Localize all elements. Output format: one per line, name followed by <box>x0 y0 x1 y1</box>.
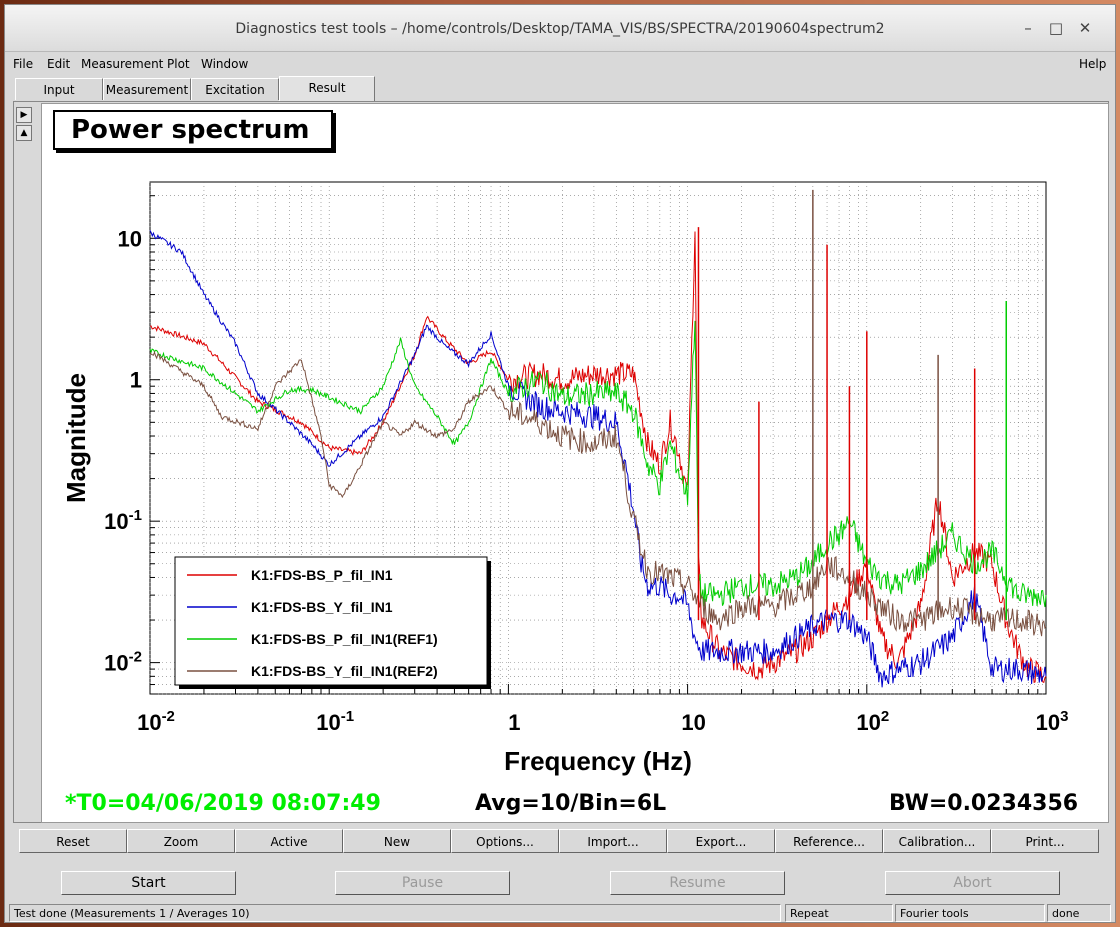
t0-timestamp: *T0=04/06/2019 08:07:49 <box>65 791 381 816</box>
maximize-icon[interactable]: □ <box>1046 18 1066 38</box>
export-button[interactable]: Export... <box>667 829 775 853</box>
menu-plot[interactable]: Plot <box>167 57 190 71</box>
x-tick-label: 10-1 <box>316 708 354 735</box>
pause-button[interactable]: Pause <box>335 871 510 895</box>
status-message: Test done (Measurements 1 / Averages 10) <box>9 904 781 922</box>
tab-result[interactable]: Result <box>279 76 375 102</box>
collapse-up-icon[interactable]: ▲ <box>16 125 32 141</box>
legend-label: K1:FDS-BS_Y_fil_IN1(REF2) <box>251 663 438 679</box>
zoom-button[interactable]: Zoom <box>127 829 235 853</box>
x-tick-label: 10 <box>681 710 705 735</box>
x-tick-label: 102 <box>856 708 889 735</box>
avg-bin-info: Avg=10/Bin=6L <box>475 791 667 816</box>
calibration-button[interactable]: Calibration... <box>883 829 991 853</box>
tab-measurement[interactable]: Measurement <box>103 78 191 100</box>
y-tick-label: 10-2 <box>104 649 142 676</box>
x-tick-label: 103 <box>1036 708 1069 735</box>
y-tick-label: 1 <box>130 368 142 393</box>
window-title: Diagnostics test tools – /home/controls/… <box>235 21 885 37</box>
menu-measurement[interactable]: Measurement <box>81 57 163 71</box>
bandwidth-info: BW=0.0234356 <box>889 791 1079 816</box>
app-window: Diagnostics test tools – /home/controls/… <box>4 4 1116 923</box>
print-button[interactable]: Print... <box>991 829 1099 853</box>
menu-edit[interactable]: Edit <box>47 57 70 71</box>
x-tick-label: 1 <box>508 710 520 735</box>
abort-button[interactable]: Abort <box>885 871 1060 895</box>
legend-label: K1:FDS-BS_Y_fil_IN1 <box>251 599 393 615</box>
new-button[interactable]: New <box>343 829 451 853</box>
start-button[interactable]: Start <box>61 871 236 895</box>
resume-button[interactable]: Resume <box>610 871 785 895</box>
x-axis-label: Frequency (Hz) <box>504 746 692 776</box>
reference-button[interactable]: Reference... <box>775 829 883 853</box>
active-button[interactable]: Active <box>235 829 343 853</box>
status-fourier-tools: Fourier tools <box>895 904 1045 922</box>
menu-bar: File Edit Measurement Plot Window Help <box>5 52 1115 74</box>
plot-title: Power spectrum <box>53 110 333 150</box>
expand-right-icon[interactable]: ▶ <box>16 107 32 123</box>
tab-excitation[interactable]: Excitation <box>191 78 279 100</box>
minimize-icon[interactable]: – <box>1018 18 1038 38</box>
title-bar[interactable]: Diagnostics test tools – /home/controls/… <box>5 5 1115 52</box>
x-tick-label: 10-2 <box>137 708 175 735</box>
power-spectrum-chart[interactable]: 10-2 10-1 1 10 102 103 10-2 10-1 1 10 Frequency (H… <box>41 105 1109 805</box>
import-button[interactable]: Import... <box>559 829 667 853</box>
options-button[interactable]: Options... <box>451 829 559 853</box>
reset-button[interactable]: Reset <box>19 829 127 853</box>
legend-label: K1:FDS-BS_P_fil_IN1 <box>251 567 393 583</box>
legend-label: K1:FDS-BS_P_fil_IN1(REF1) <box>251 631 438 647</box>
menu-file[interactable]: File <box>13 57 33 71</box>
close-icon[interactable]: ✕ <box>1075 18 1095 38</box>
y-axis-label: Magnitude <box>61 373 91 503</box>
menu-help[interactable]: Help <box>1079 57 1106 71</box>
y-tick-label: 10-1 <box>104 507 142 534</box>
status-repeat: Repeat <box>785 904 893 922</box>
y-tick-label: 10 <box>118 226 142 251</box>
menu-window[interactable]: Window <box>201 57 248 71</box>
tab-input[interactable]: Input <box>15 78 103 100</box>
status-done: done <box>1047 904 1111 922</box>
